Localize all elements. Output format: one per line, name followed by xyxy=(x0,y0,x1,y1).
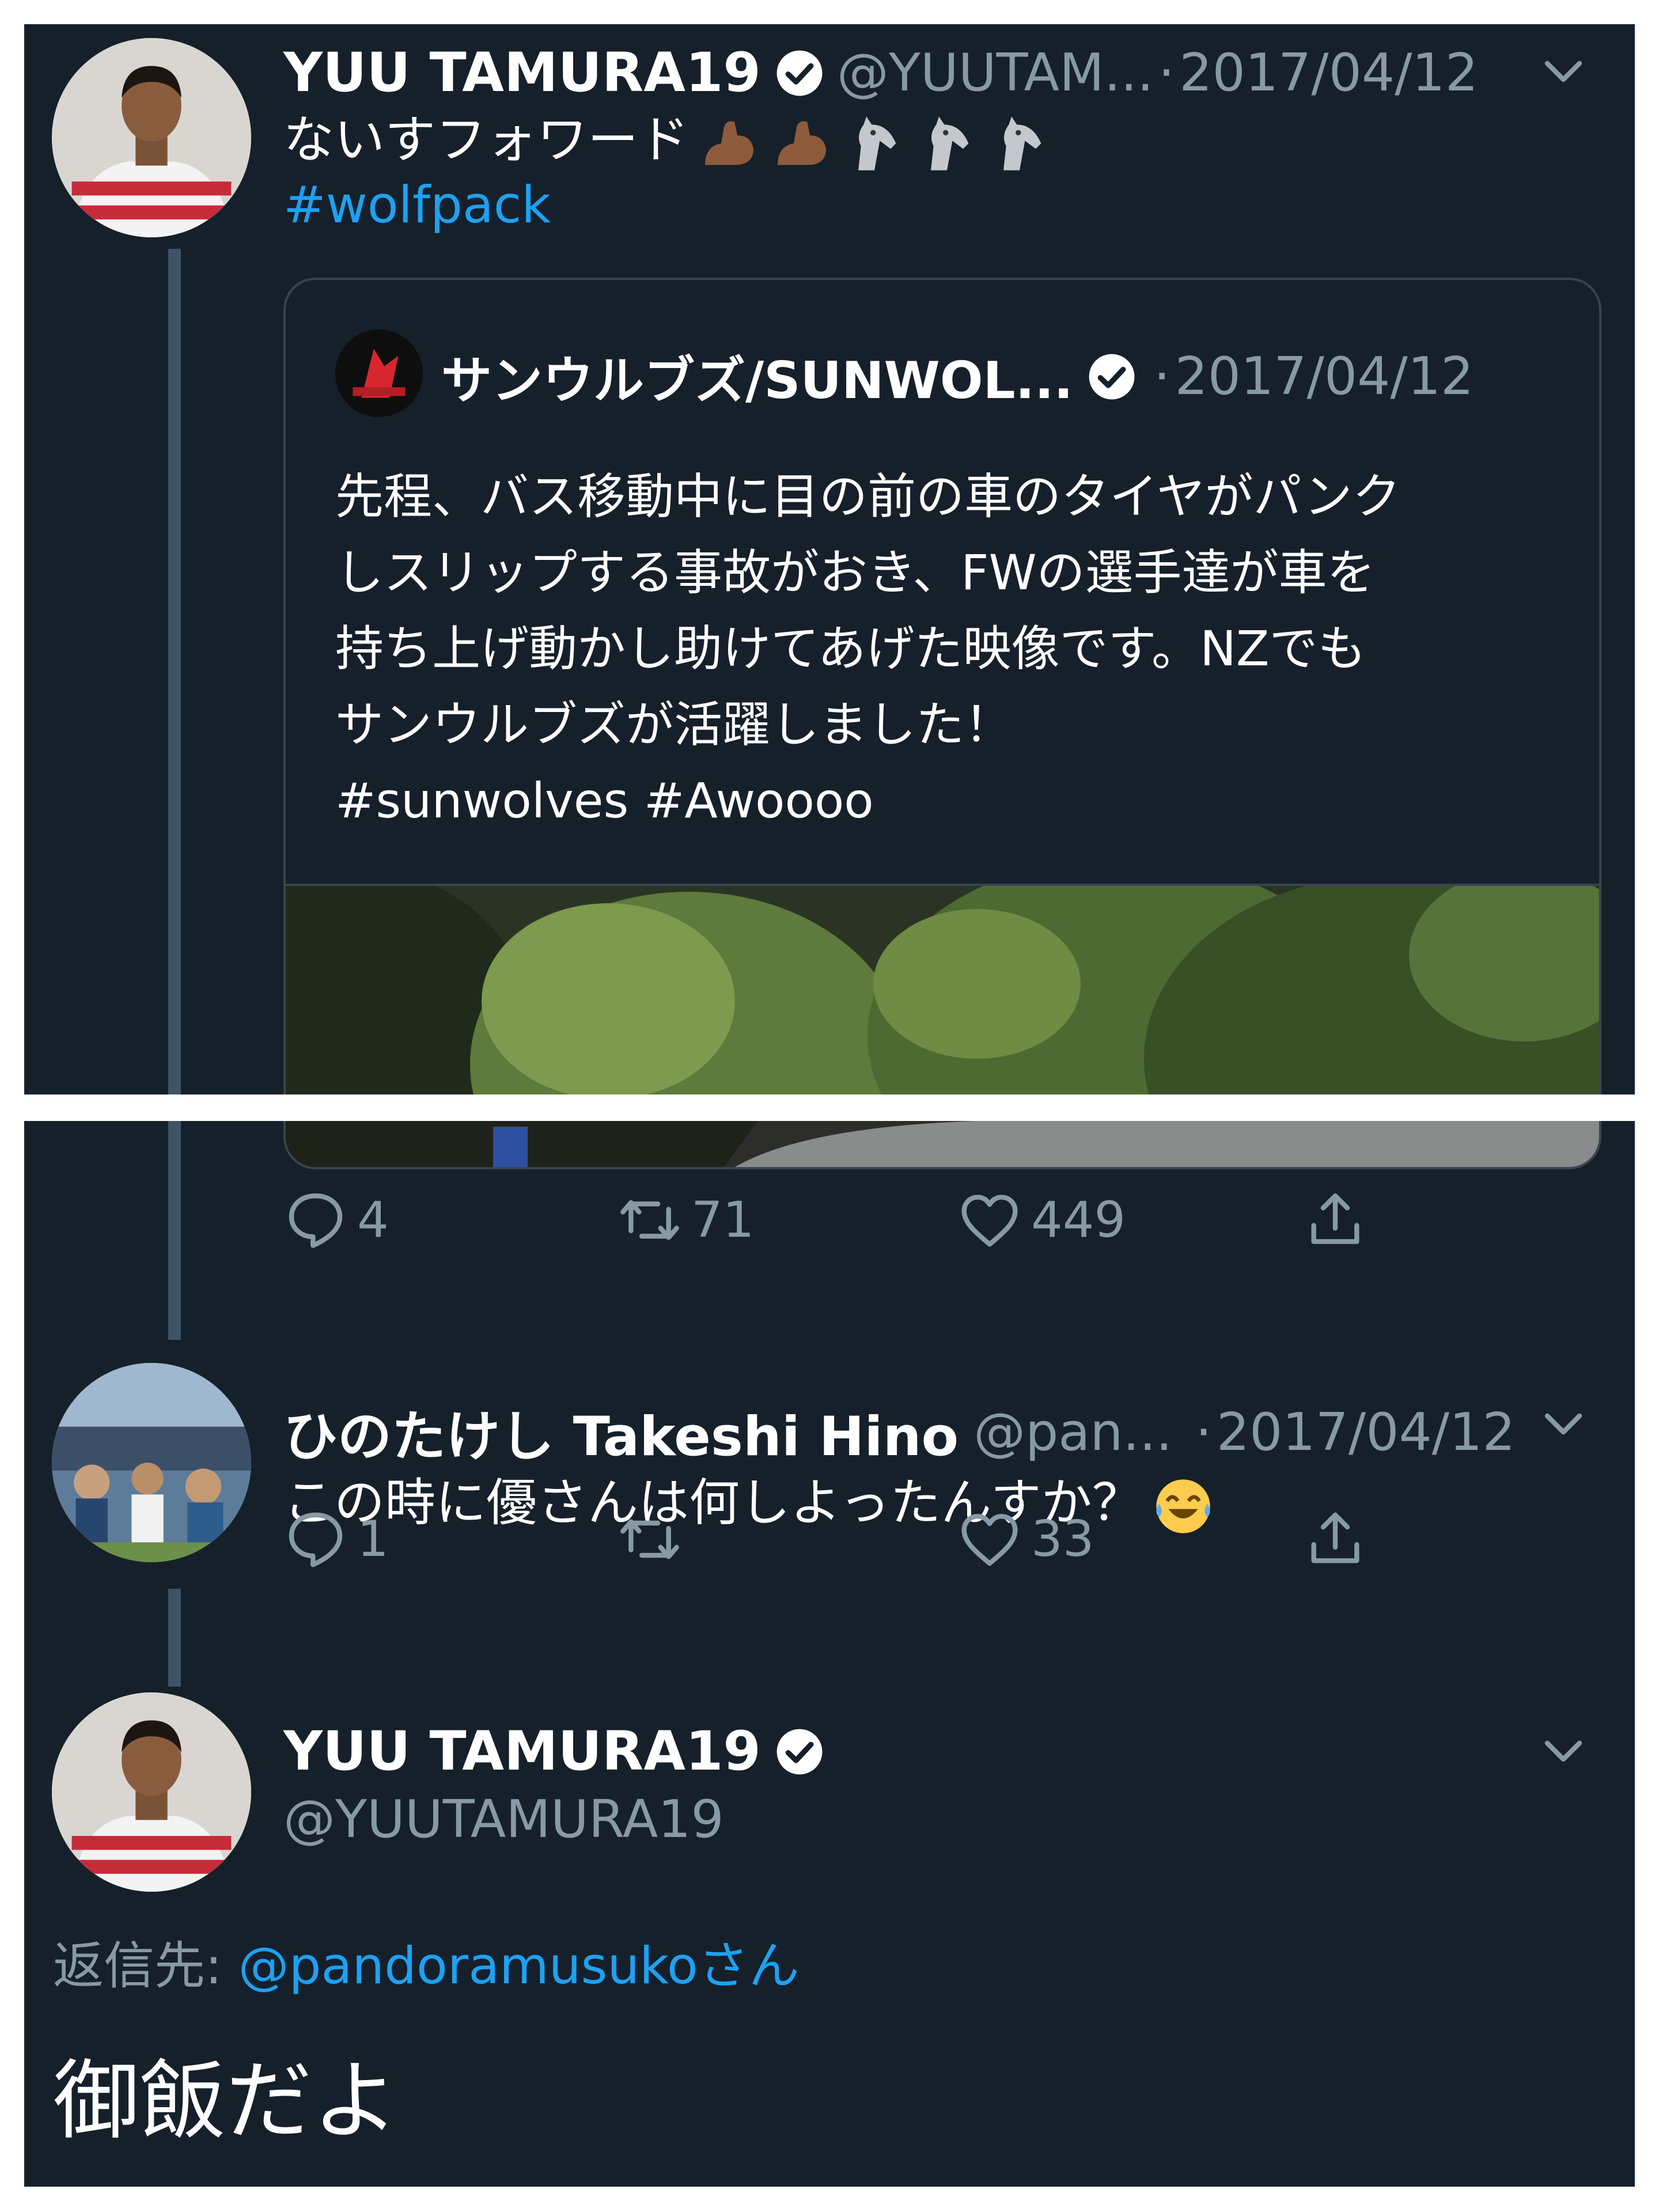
tweet3-header: YUU TAMURA19 xyxy=(283,1720,837,1783)
thread-line xyxy=(168,1121,181,1340)
hashtag-link[interactable]: #wolfpack xyxy=(283,175,551,234)
chevron-down-icon[interactable] xyxy=(1539,1727,1588,1775)
tweet2-header: ひのたけし Takeshi Hino @pan... · 2017/04/12 xyxy=(283,1393,1516,1471)
avatar-yuu-tamura[interactable] xyxy=(52,1692,251,1892)
tweet1-action-bar: 4 71 449 xyxy=(283,1185,1435,1255)
screenshot-panel-top: YUU TAMURA19 @YUUTAM... · 2017/04/12 ないす… xyxy=(24,24,1635,1094)
avatar-takeshi-hino[interactable] xyxy=(52,1363,251,1562)
quoted-tweet-text: 先程、バス移動中に目の前の車のタイヤがパンク しスリップする事故がおき、FWの選… xyxy=(335,459,1401,839)
like-count: 33 xyxy=(1031,1510,1094,1568)
horse-emoji xyxy=(915,111,979,176)
tweet2-action-bar: 1 33 xyxy=(283,1505,1435,1574)
avatar-yuu-tamura[interactable] xyxy=(52,38,251,237)
like-count: 449 xyxy=(1031,1191,1126,1249)
quoted-text-line: 先程、バス移動中に目の前の車のタイヤがパンク xyxy=(335,468,1401,525)
reply-label: 返信先: xyxy=(53,1936,238,1995)
chevron-down-icon[interactable] xyxy=(1539,47,1588,96)
separator-dot: · xyxy=(1153,346,1171,407)
tweet-text: ないすフォワード xyxy=(283,110,690,169)
quoted-text-line: サンウルブズが活躍しました！ xyxy=(335,696,1013,753)
like-button[interactable]: 33 xyxy=(957,1505,1094,1574)
reply-count: 1 xyxy=(357,1510,389,1568)
reply-button[interactable]: 4 xyxy=(283,1185,389,1255)
reply-button[interactable]: 1 xyxy=(283,1505,389,1574)
heart-icon xyxy=(957,1188,1022,1252)
user-handle[interactable]: @pan... xyxy=(974,1402,1172,1463)
share-icon xyxy=(1303,1507,1368,1571)
retweet-count: 71 xyxy=(691,1191,755,1249)
avatar-sunwolves xyxy=(335,329,423,417)
flexed-biceps-emoji xyxy=(697,111,762,176)
horse-emoji xyxy=(842,111,907,176)
verified-badge-icon xyxy=(1087,352,1137,402)
retweet-button[interactable]: 71 xyxy=(618,1185,754,1255)
display-name[interactable]: YUU TAMURA19 xyxy=(283,41,761,104)
reply-count: 4 xyxy=(357,1191,389,1249)
quoted-display-name[interactable]: サンウルブズ/SUNWOL... xyxy=(441,340,1073,413)
share-button[interactable] xyxy=(1303,1505,1368,1574)
quoted-hashtags[interactable]: #sunwolves #Awoooo xyxy=(335,763,1401,839)
screenshot-panel-bottom: 4 71 449 ひのたけし Takeshi Hino @pan... · 20… xyxy=(24,1121,1635,2187)
tweet-text: 御飯だよ xyxy=(53,2051,399,2152)
quoted-text-line: 持ち上げ動かし助けてあげた映像です。NZでも xyxy=(335,620,1366,677)
separator-dot: · xyxy=(1158,43,1175,103)
reply-mention-link[interactable]: @pandoramusuko xyxy=(238,1936,698,1995)
reply-icon xyxy=(283,1188,348,1252)
verified-badge-icon xyxy=(775,48,824,98)
quoted-tweet-header: サンウルブズ/SUNWOL... · 2017/04/12 xyxy=(441,340,1474,413)
separator-dot: · xyxy=(1195,1402,1212,1463)
thread-line xyxy=(168,1589,181,1687)
tweet-date[interactable]: 2017/04/12 xyxy=(1217,1402,1516,1463)
flexed-biceps-emoji xyxy=(770,111,834,176)
like-button[interactable]: 449 xyxy=(957,1185,1126,1255)
verified-badge-icon xyxy=(775,1727,824,1777)
tweet1-body: ないすフォワード xyxy=(283,99,1052,176)
heart-icon xyxy=(957,1507,1022,1571)
horse-emoji xyxy=(987,111,1052,176)
retweet-icon xyxy=(618,1188,682,1252)
reply-suffix: さん xyxy=(698,1936,800,1995)
quoted-tweet-date: 2017/04/12 xyxy=(1175,346,1474,407)
video-thumbnail[interactable] xyxy=(286,884,1599,1094)
quoted-text-line: しスリップする事故がおき、FWの選手達が車を xyxy=(335,544,1376,601)
display-name[interactable]: YUU TAMURA19 xyxy=(283,1720,761,1783)
tweet-date[interactable]: 2017/04/12 xyxy=(1179,43,1478,103)
quoted-tweet-card[interactable]: サンウルブズ/SUNWOL... · 2017/04/12 先程、バス移動中に目… xyxy=(283,278,1601,1094)
display-name[interactable]: ひのたけし Takeshi Hino xyxy=(283,1393,959,1471)
user-handle[interactable]: @YUUTAMURA19 xyxy=(283,1789,724,1850)
share-icon xyxy=(1303,1188,1368,1252)
video-thumbnail-continued[interactable] xyxy=(283,1121,1601,1169)
share-button[interactable] xyxy=(1303,1185,1368,1255)
reply-icon xyxy=(283,1507,348,1571)
chevron-down-icon[interactable] xyxy=(1539,1400,1588,1448)
retweet-button[interactable] xyxy=(618,1505,691,1574)
retweet-icon xyxy=(618,1507,682,1571)
thread-line xyxy=(168,249,181,1094)
user-handle[interactable]: @YUUTAM... xyxy=(837,43,1154,103)
tweet1-header: YUU TAMURA19 @YUUTAM... · 2017/04/12 xyxy=(283,41,1478,104)
replying-to: 返信先: @pandoramusukoさん xyxy=(53,1925,800,1998)
